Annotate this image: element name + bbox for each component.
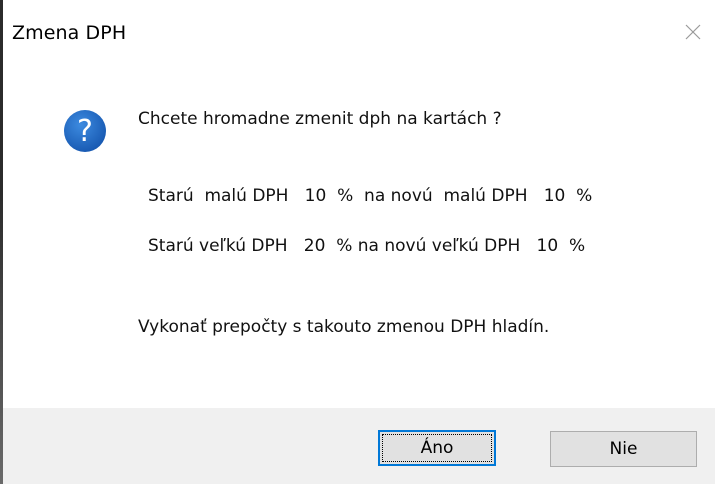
question-icon: ? — [64, 110, 106, 152]
small-rate-text: Starú malú DPH 10 % na novú malú DPH 10 … — [148, 186, 593, 206]
close-button[interactable] — [679, 18, 707, 46]
question-text: Chcete hromadne zmenit dph na kartách ? — [138, 109, 502, 129]
svg-text:?: ? — [77, 114, 93, 149]
close-icon — [685, 24, 701, 40]
confirm-text: Vykonať prepočty s takouto zmenou DPH hl… — [138, 317, 550, 337]
no-button[interactable]: Nie — [550, 431, 697, 467]
large-rate-text: Starú veľkú DPH 20 % na novú veľkú DPH 1… — [148, 236, 586, 256]
dialog-window: Zmena DPH ? Chcete hromadne zmenit dph n… — [0, 0, 715, 484]
dialog-title: Zmena DPH — [12, 22, 127, 44]
yes-button[interactable]: Áno — [378, 430, 496, 466]
